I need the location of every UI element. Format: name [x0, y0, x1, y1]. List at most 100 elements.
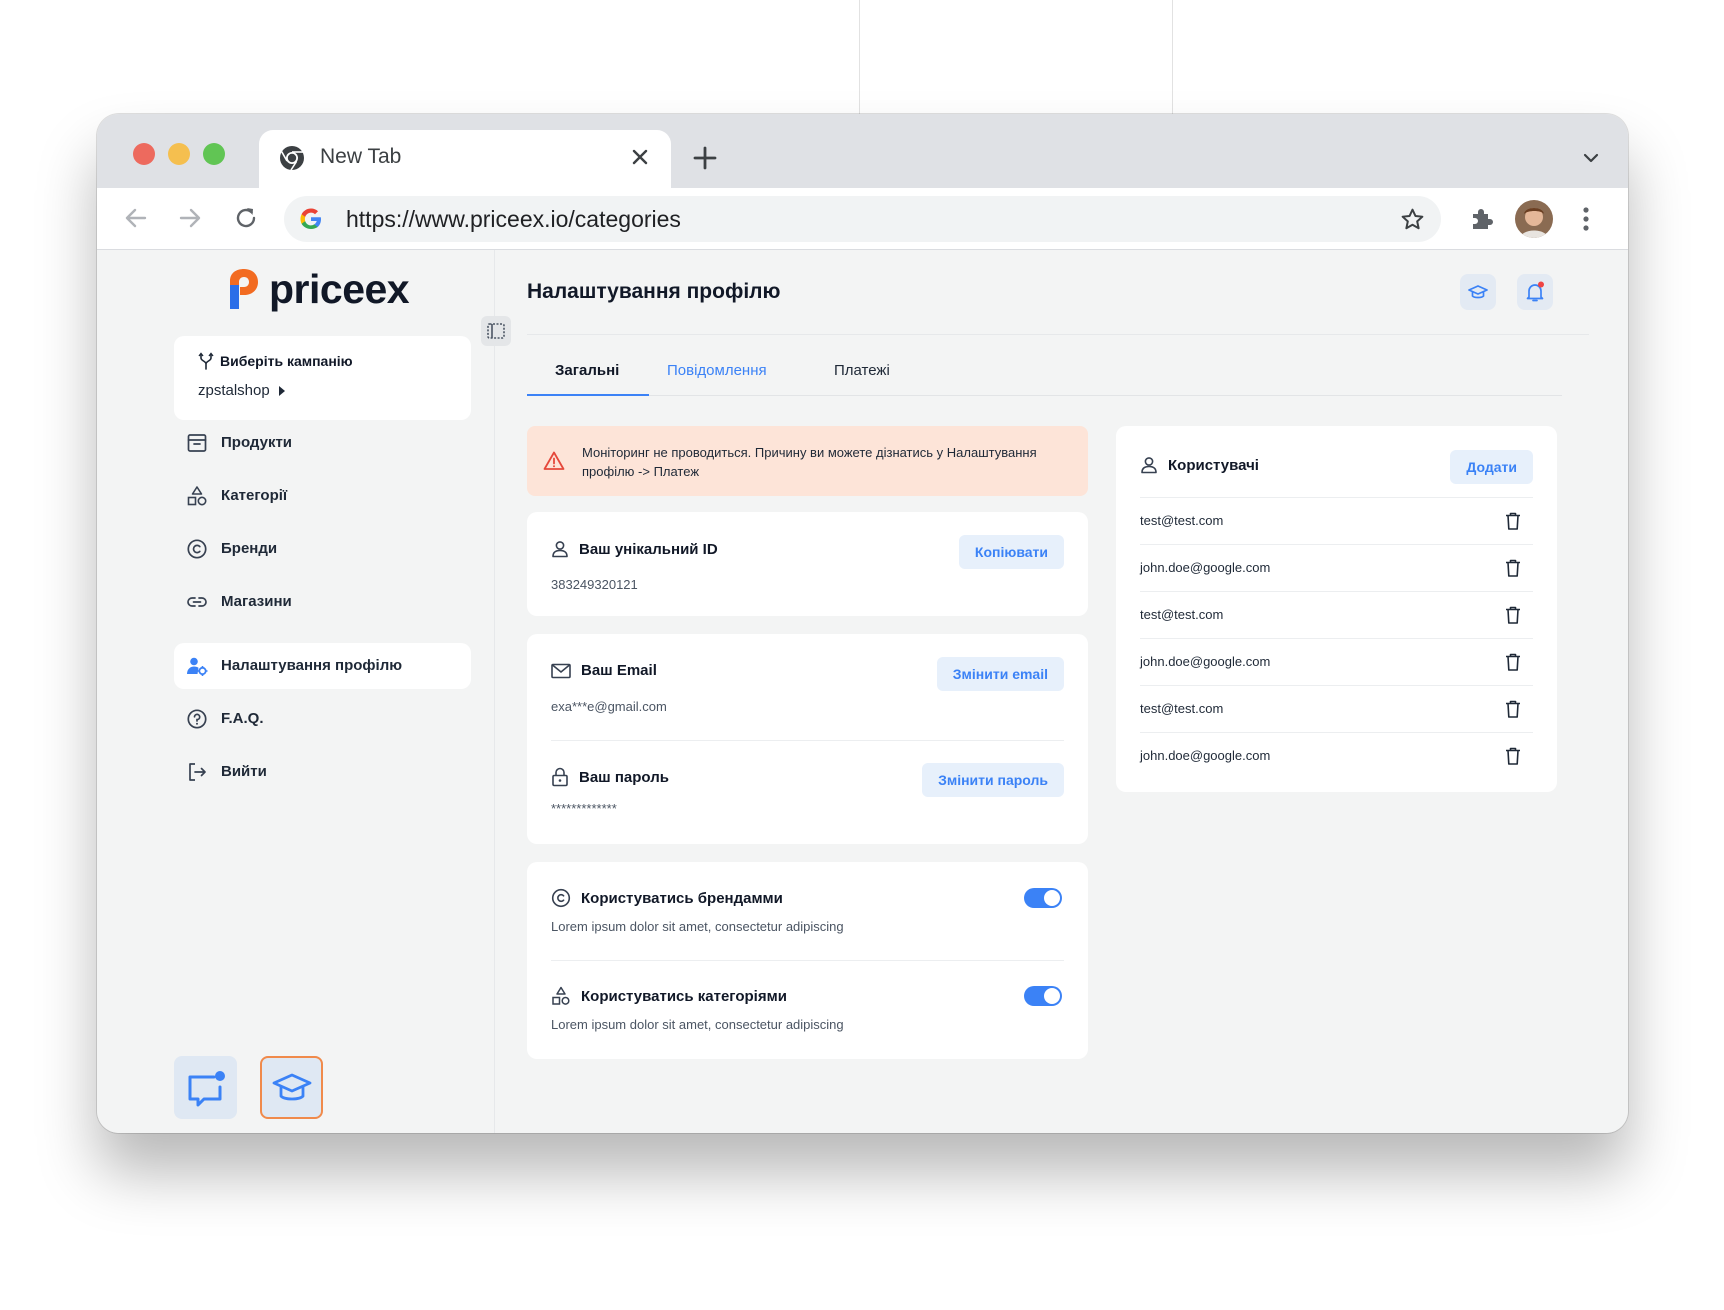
- tab-general[interactable]: Загальні: [555, 362, 619, 379]
- page-title: Налаштування профілю: [527, 280, 781, 303]
- preferences-card: Користуватись брендамми Lorem ipsum dolo…: [527, 862, 1088, 1059]
- trash-icon[interactable]: [1503, 558, 1523, 578]
- user-row: test@test.com: [1140, 685, 1533, 732]
- sidebar-item-faq[interactable]: F.A.Q.: [174, 696, 471, 742]
- user-email: test@test.com: [1140, 701, 1224, 716]
- app: priceex Виберіть кампанію zpstalshop Про…: [97, 250, 1628, 1133]
- education-button[interactable]: [260, 1056, 323, 1119]
- browser-tab[interactable]: New Tab: [259, 130, 671, 188]
- background-line: [859, 0, 860, 114]
- categories-toggle[interactable]: [1024, 986, 1062, 1006]
- unique-id-card: Ваш унікальний ID 383249320121 Копіювати: [527, 512, 1088, 616]
- trash-icon[interactable]: [1503, 605, 1523, 625]
- tab-payments[interactable]: Платежі: [834, 362, 890, 379]
- tab-title: New Tab: [320, 145, 402, 168]
- browser-window: New Tab https://www.priceex.io/categorie…: [97, 114, 1628, 1133]
- sidebar-item-products[interactable]: Продукти: [174, 420, 471, 466]
- alert-message: Моніторинг не проводиться. Причину ви мо…: [582, 445, 1037, 479]
- password-value: *************: [551, 801, 617, 816]
- warning-icon: [543, 451, 565, 470]
- toggle-knob: [1044, 988, 1060, 1004]
- copyright-icon: [187, 539, 207, 559]
- sidebar-item-profile-settings[interactable]: Налаштування профілю: [174, 643, 471, 689]
- sidebar-item-shops[interactable]: Магазини: [174, 579, 471, 625]
- email-label: Ваш Email: [581, 662, 657, 679]
- sidebar-item-label: Вийти: [221, 763, 267, 780]
- forward-icon[interactable]: [177, 205, 203, 231]
- sidebar-item-label: Магазини: [221, 593, 292, 610]
- chat-icon: [188, 1070, 225, 1106]
- graduation-cap-icon: [1468, 285, 1488, 299]
- categories-toggle-desc: Lorem ipsum dolor sit amet, consectetur …: [551, 1017, 844, 1032]
- sidebar-item-label: Бренди: [221, 540, 278, 557]
- tab-notifications[interactable]: Повідомлення: [667, 362, 767, 379]
- sidebar-item-label: Продукти: [221, 434, 293, 451]
- background-line: [1172, 0, 1173, 114]
- shapes-icon: [187, 486, 207, 506]
- email-value: exa***e@gmail.com: [551, 699, 667, 714]
- user-row: john.doe@google.com: [1140, 732, 1533, 779]
- mail-icon: [551, 663, 571, 678]
- logout-icon: [189, 763, 206, 781]
- brands-toggle[interactable]: [1024, 888, 1062, 908]
- trash-icon[interactable]: [1503, 652, 1523, 672]
- campaign-selector[interactable]: Виберіть кампанію zpstalshop: [174, 336, 471, 420]
- reload-icon[interactable]: [233, 205, 259, 231]
- chat-button[interactable]: [174, 1056, 237, 1119]
- archive-icon: [187, 434, 207, 452]
- user-row: test@test.com: [1140, 591, 1533, 638]
- user-icon: [1141, 457, 1157, 474]
- add-user-button[interactable]: Додати: [1450, 450, 1533, 484]
- graduation-cap-icon: [272, 1073, 311, 1100]
- chevron-down-icon[interactable]: [1582, 149, 1600, 167]
- education-header-button[interactable]: [1460, 274, 1496, 310]
- google-icon: [300, 208, 321, 229]
- sidebar-item-brands[interactable]: Бренди: [174, 526, 471, 572]
- campaign-label: Виберіть кампанію: [220, 353, 353, 369]
- campaign-value-row: zpstalshop: [198, 382, 286, 399]
- trash-icon[interactable]: [1503, 699, 1523, 719]
- sidebar-item-logout[interactable]: Вийти: [174, 749, 471, 795]
- trash-icon[interactable]: [1503, 511, 1523, 531]
- users-title: Користувачі: [1168, 456, 1259, 474]
- bell-icon: [1526, 281, 1544, 302]
- new-tab-icon[interactable]: [692, 145, 718, 171]
- settings-tabs: Загальні Повідомлення Платежі: [527, 346, 1562, 396]
- profile-avatar[interactable]: [1515, 200, 1553, 238]
- card-divider: [551, 740, 1064, 741]
- brand-logo[interactable]: priceex: [227, 266, 410, 312]
- unique-id-value: 383249320121: [551, 577, 638, 592]
- more-options-icon[interactable]: [1583, 205, 1589, 233]
- notifications-button[interactable]: [1517, 274, 1553, 310]
- sidebar-item-categories[interactable]: Категорії: [174, 473, 471, 519]
- question-icon: [187, 709, 207, 729]
- sidebar: priceex Виберіть кампанію zpstalshop Про…: [97, 250, 511, 1133]
- user-email: test@test.com: [1140, 513, 1224, 528]
- minimize-window-button[interactable]: [168, 143, 190, 165]
- trash-icon[interactable]: [1503, 746, 1523, 766]
- user-row: john.doe@google.com: [1140, 544, 1533, 591]
- unique-id-label-row: Ваш унікальний ID: [551, 540, 718, 558]
- extensions-icon[interactable]: [1467, 205, 1495, 233]
- users-card: Користувачі Додати test@test.com john.do…: [1116, 426, 1557, 792]
- password-label-row: Ваш пароль: [551, 767, 669, 787]
- bookmark-star-icon[interactable]: [1400, 207, 1425, 232]
- main-content: Налаштування профілю Загальні Повідомлен…: [495, 250, 1628, 1133]
- user-row: test@test.com: [1140, 497, 1533, 544]
- email-label-row: Ваш Email: [551, 662, 657, 679]
- back-icon[interactable]: [123, 205, 149, 231]
- categories-toggle-label-row: Користуватись категоріями: [551, 986, 787, 1006]
- change-password-button[interactable]: Змінити пароль: [922, 763, 1064, 797]
- campaign-label-row: Виберіть кампанію: [198, 352, 353, 370]
- maximize-window-button[interactable]: [203, 143, 225, 165]
- change-email-button[interactable]: Змінити email: [936, 657, 1064, 691]
- lock-icon: [552, 767, 568, 787]
- card-divider: [551, 960, 1064, 961]
- monitoring-alert: Моніторинг не проводиться. Причину ви мо…: [527, 426, 1088, 496]
- priceex-logo-icon: [230, 269, 258, 309]
- user-icon: [552, 541, 568, 558]
- copy-id-button[interactable]: Копіювати: [958, 535, 1064, 569]
- address-bar[interactable]: https://www.priceex.io/categories: [284, 196, 1441, 242]
- close-window-button[interactable]: [133, 143, 155, 165]
- close-tab-icon[interactable]: [629, 146, 651, 168]
